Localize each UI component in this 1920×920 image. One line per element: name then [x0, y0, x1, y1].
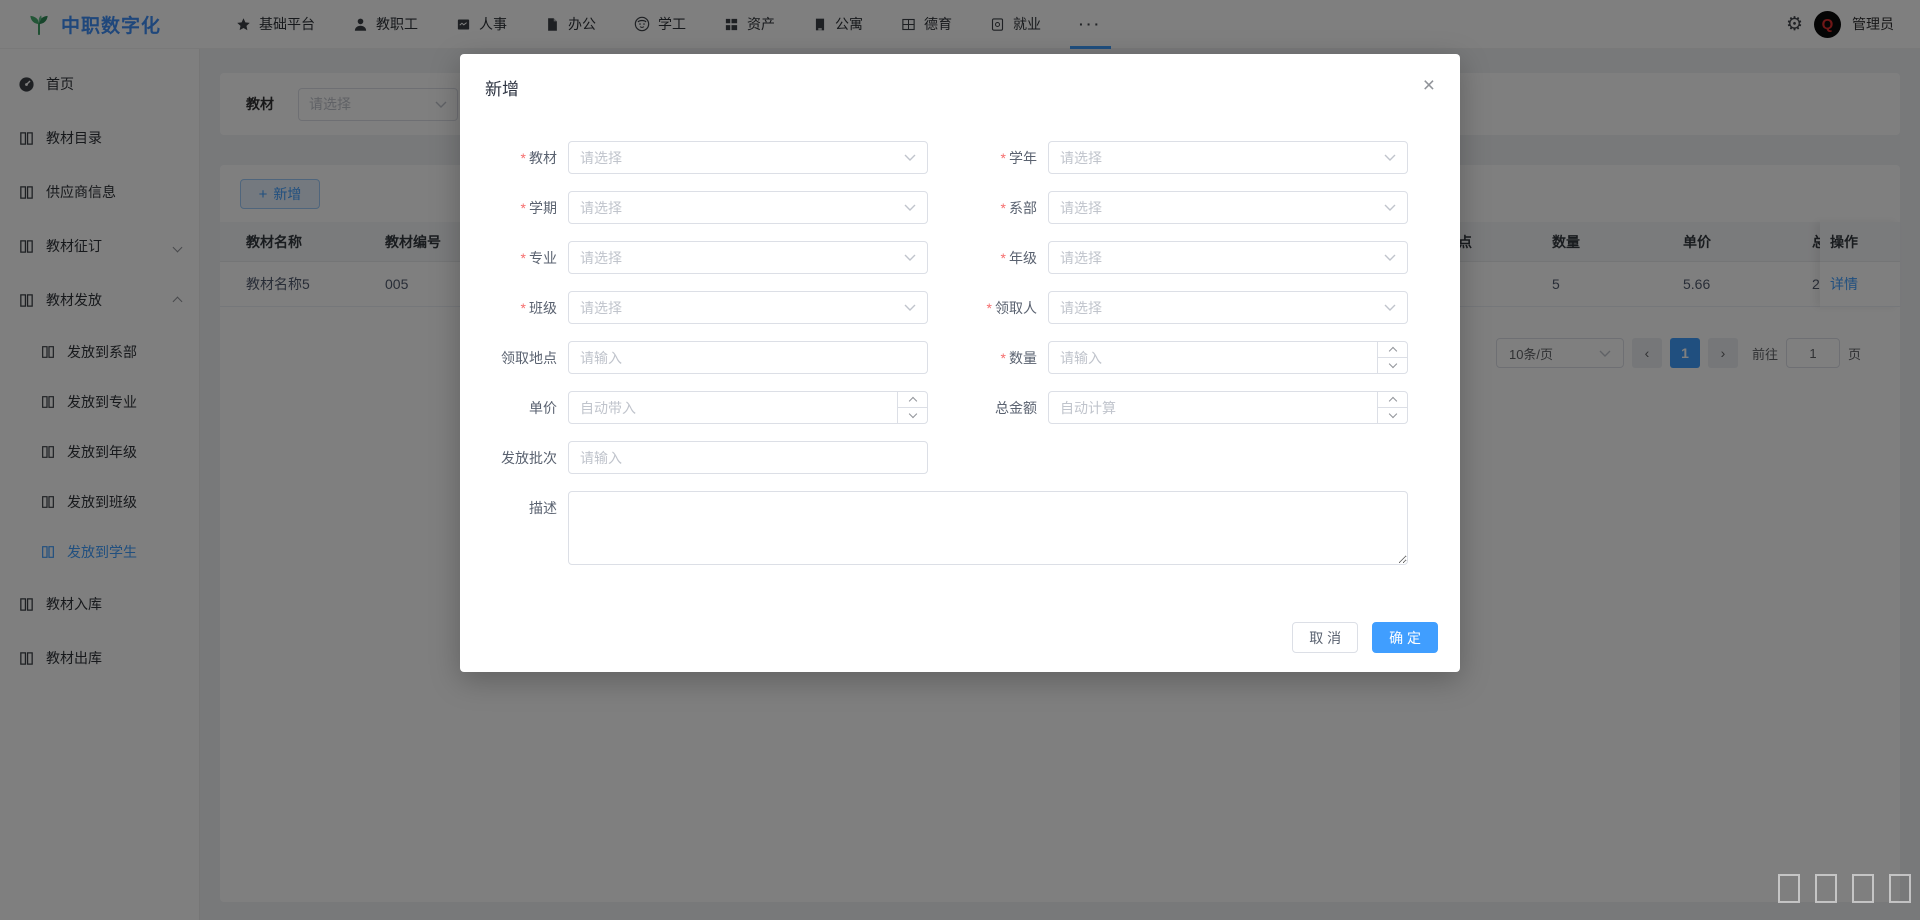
required-asterisk: *	[521, 200, 526, 216]
select-placeholder: 请选择	[580, 148, 622, 168]
corner-square-icon[interactable]	[1889, 874, 1911, 903]
field-description: 描述	[472, 491, 1408, 565]
decrease-button[interactable]	[898, 407, 927, 423]
required-asterisk: *	[1001, 200, 1006, 216]
field-label: 描述	[472, 491, 568, 518]
description-textarea[interactable]	[568, 491, 1408, 565]
field-textbook: *教材 请选择	[472, 141, 928, 174]
select-placeholder: 请选择	[1060, 298, 1102, 318]
field-class: *班级 请选择	[472, 291, 928, 324]
increase-button[interactable]	[898, 392, 927, 407]
field-batch: 发放批次	[472, 441, 928, 474]
required-asterisk: *	[987, 300, 992, 316]
chevron-down-icon	[904, 154, 916, 161]
quantity-stepper	[1048, 341, 1408, 374]
chevron-down-icon	[904, 204, 916, 211]
required-asterisk: *	[1001, 350, 1006, 366]
chevron-down-icon	[1384, 154, 1396, 161]
corner-square-icon[interactable]	[1852, 874, 1874, 903]
field-grade: *年级 请选择	[952, 241, 1408, 274]
chevron-down-icon	[1384, 254, 1396, 261]
field-label: 单价	[472, 398, 568, 418]
increase-button[interactable]	[1378, 342, 1407, 357]
field-label: *学年	[952, 148, 1048, 168]
increase-button[interactable]	[1378, 392, 1407, 407]
add-dialog: 新增 × *教材 请选择 *学年 请选择	[460, 54, 1460, 672]
number-spinner	[1377, 342, 1407, 373]
field-total-amount: 总金额	[952, 391, 1408, 424]
recipient-select[interactable]: 请选择	[1048, 291, 1408, 324]
corner-square-icon[interactable]	[1815, 874, 1837, 903]
dialog-footer: 取 消 确 定	[1292, 622, 1438, 653]
field-label: *教材	[472, 148, 568, 168]
chevron-down-icon	[904, 304, 916, 311]
field-label: *学期	[472, 198, 568, 218]
select-placeholder: 请选择	[580, 248, 622, 268]
chevron-down-icon	[1384, 304, 1396, 311]
field-unit-price: 单价	[472, 391, 928, 424]
textbook-select[interactable]: 请选择	[568, 141, 928, 174]
dialog-header: 新增 ×	[460, 54, 1460, 100]
pickup-location-input[interactable]	[568, 341, 928, 374]
grid-spacer	[952, 441, 1408, 474]
field-label: 领取地点	[472, 348, 568, 368]
cancel-button[interactable]: 取 消	[1292, 622, 1358, 653]
unit-price-stepper	[568, 391, 928, 424]
select-placeholder: 请选择	[580, 198, 622, 218]
field-pickup-location: 领取地点	[472, 341, 928, 374]
field-label: *年级	[952, 248, 1048, 268]
dialog-body: *教材 请选择 *学年 请选择 *学期 请选择	[460, 100, 1460, 565]
batch-input[interactable]	[568, 441, 928, 474]
required-asterisk: *	[521, 300, 526, 316]
required-asterisk: *	[1001, 250, 1006, 266]
field-semester: *学期 请选择	[472, 191, 928, 224]
semester-select[interactable]: 请选择	[568, 191, 928, 224]
field-label: *领取人	[952, 298, 1048, 318]
confirm-button[interactable]: 确 定	[1372, 622, 1438, 653]
field-label: *班级	[472, 298, 568, 318]
close-icon[interactable]: ×	[1423, 75, 1435, 96]
grade-select[interactable]: 请选择	[1048, 241, 1408, 274]
field-label: *系部	[952, 198, 1048, 218]
decrease-button[interactable]	[1378, 357, 1407, 373]
chevron-down-icon	[904, 254, 916, 261]
department-select[interactable]: 请选择	[1048, 191, 1408, 224]
field-quantity: *数量	[952, 341, 1408, 374]
field-label: 总金额	[952, 398, 1048, 418]
field-label: *专业	[472, 248, 568, 268]
select-placeholder: 请选择	[1060, 198, 1102, 218]
field-major: *专业 请选择	[472, 241, 928, 274]
total-amount-input[interactable]	[1048, 391, 1408, 424]
dialog-title: 新增	[485, 75, 519, 100]
number-spinner	[897, 392, 927, 423]
select-placeholder: 请选择	[580, 298, 622, 318]
quantity-input[interactable]	[1048, 341, 1408, 374]
app-root: 中职数字化 基础平台 教职工 人事 办公 学工	[0, 0, 1920, 920]
required-asterisk: *	[1001, 150, 1006, 166]
field-school-year: *学年 请选择	[952, 141, 1408, 174]
required-asterisk: *	[521, 250, 526, 266]
number-spinner	[1377, 392, 1407, 423]
field-recipient: *领取人 请选择	[952, 291, 1408, 324]
field-label: 发放批次	[472, 448, 568, 468]
field-label: *数量	[952, 348, 1048, 368]
corner-square-icon[interactable]	[1778, 874, 1800, 903]
decrease-button[interactable]	[1378, 407, 1407, 423]
total-amount-stepper	[1048, 391, 1408, 424]
required-asterisk: *	[521, 150, 526, 166]
dialog-form: *教材 请选择 *学年 请选择 *学期 请选择	[472, 141, 1460, 565]
chevron-down-icon	[1384, 204, 1396, 211]
class-select[interactable]: 请选择	[568, 291, 928, 324]
major-select[interactable]: 请选择	[568, 241, 928, 274]
school-year-select[interactable]: 请选择	[1048, 141, 1408, 174]
select-placeholder: 请选择	[1060, 248, 1102, 268]
field-department: *系部 请选择	[952, 191, 1408, 224]
unit-price-input[interactable]	[568, 391, 928, 424]
corner-widget	[1778, 874, 1911, 903]
select-placeholder: 请选择	[1060, 148, 1102, 168]
